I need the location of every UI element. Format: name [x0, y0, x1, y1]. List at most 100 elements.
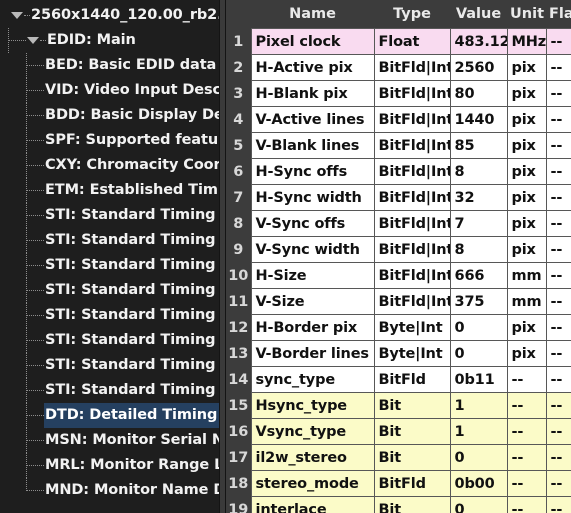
table-row[interactable]: 16 Vsync_type Bit 1 -- --: [226, 418, 571, 445]
table-row[interactable]: 11 V-Size BitFld|Int 375 mm --: [226, 288, 571, 315]
field-unit-cell: pix: [506, 236, 547, 263]
tree-indent-guide: [0, 253, 44, 278]
field-unit-cell: MHz: [506, 28, 547, 55]
tree-item[interactable]: STI: Standard Timing I: [0, 228, 219, 253]
tree-item[interactable]: VID: Video Input Descr: [0, 78, 219, 103]
column-header-name[interactable]: Name: [251, 0, 374, 29]
field-value-cell[interactable]: 32: [449, 184, 508, 211]
tree-item[interactable]: STI: Standard Timing I: [0, 378, 219, 403]
field-value-cell[interactable]: 8: [449, 158, 508, 185]
tree-item[interactable]: EDID: Main: [0, 28, 219, 53]
table-row[interactable]: 10 H-Size BitFld|Int 666 mm --: [226, 262, 571, 289]
column-header-unit[interactable]: Unit: [507, 0, 546, 29]
tree-item[interactable]: MND: Monitor Name D: [0, 478, 219, 503]
row-index-cell: 18: [226, 470, 251, 497]
tree-item-label: CXY: Chromacity Coord: [45, 157, 219, 173]
row-index-cell: 5: [226, 132, 251, 159]
table-row[interactable]: 8 V-Sync offs BitFld|Int 7 pix --: [226, 210, 571, 237]
table-row[interactable]: 7 H-Sync width BitFld|Int 32 pix --: [226, 184, 571, 211]
field-value-cell[interactable]: 483.12: [449, 28, 508, 55]
field-table: Name Type Value Unit Flags 1Pixel clockF…: [226, 0, 571, 513]
table-row[interactable]: 3 H-Blank pix BitFld|Int 80 pix --: [226, 80, 571, 107]
field-unit-cell: --: [506, 444, 547, 471]
row-index-cell: 7: [226, 184, 251, 211]
tree-expander-icon[interactable]: [10, 3, 24, 28]
tree-indent-guide: [0, 228, 44, 253]
table-row[interactable]: 19 interlace Bit 0 -- --: [226, 496, 571, 513]
table-row[interactable]: 17 il2w_stereo Bit 0 -- --: [226, 444, 571, 471]
table-row[interactable]: 2 H-Active pix BitFld|Int 2560 pix --: [226, 54, 571, 81]
tree-item[interactable]: 2560x1440_120.00_rb2.bin: [0, 3, 219, 28]
table-row[interactable]: 4 V-Active lines BitFld|Int 1440 pix --: [226, 106, 571, 133]
tree-indent-guide: [0, 78, 44, 103]
field-flags-cell: --: [545, 288, 571, 315]
tree-expander-icon[interactable]: [26, 28, 40, 53]
table-row[interactable]: 13 V-Border lines Byte|Int 0 pix --: [226, 340, 571, 367]
field-value-cell[interactable]: 1440: [449, 106, 508, 133]
table-row[interactable]: 15 Hsync_type Bit 1 -- --: [226, 392, 571, 419]
field-value-cell[interactable]: 375: [449, 288, 508, 315]
tree-item[interactable]: MSN: Monitor Serial N: [0, 428, 219, 453]
field-flags-cell: --: [545, 392, 571, 419]
field-type-cell: Bit: [373, 496, 451, 513]
field-value-cell[interactable]: 7: [449, 210, 508, 237]
tree-item[interactable]: MRL: Monitor Range L: [0, 453, 219, 478]
table-row[interactable]: 1 Pixel clock Float 483.12 MHz --: [226, 28, 571, 55]
field-value-cell[interactable]: 0b11: [449, 366, 508, 393]
table-row[interactable]: 18 stereo_mode BitFld 0b00 -- --: [226, 470, 571, 497]
table-row[interactable]: 12 H-Border pix Byte|Int 0 pix --: [226, 314, 571, 341]
column-header-type[interactable]: Type: [374, 0, 450, 29]
row-index-cell: 16: [226, 418, 251, 445]
tree-item[interactable]: STI: Standard Timing I: [0, 353, 219, 378]
field-value-cell[interactable]: 0: [449, 496, 508, 513]
tree-item[interactable]: SPF: Supported feature: [0, 128, 219, 153]
tree-indent-guide: [24, 3, 30, 28]
field-type-cell: BitFld|Int: [373, 262, 451, 289]
column-header-value[interactable]: Value: [450, 0, 507, 29]
row-index-cell: 3: [226, 80, 251, 107]
field-name-cell: V-Border lines: [250, 340, 375, 367]
tree-item[interactable]: STI: Standard Timing I: [0, 278, 219, 303]
column-header-flags[interactable]: Flags: [546, 0, 571, 29]
tree-item[interactable]: STI: Standard Timing I: [0, 303, 219, 328]
field-type-cell: BitFld|Int: [373, 210, 451, 237]
table-row[interactable]: 6 H-Sync offs BitFld|Int 8 pix --: [226, 158, 571, 185]
field-value-cell[interactable]: 2560: [449, 54, 508, 81]
tree-item-label: SPF: Supported feature: [45, 132, 219, 148]
tree-item[interactable]: STI: Standard Timing I: [0, 203, 219, 228]
tree-item-label: STI: Standard Timing I: [45, 332, 219, 348]
panel-splitter[interactable]: [219, 0, 226, 513]
tree-indent-guide: [0, 278, 44, 303]
tree-item[interactable]: ETM: Established Timi: [0, 178, 219, 203]
field-value-cell[interactable]: 0: [449, 444, 508, 471]
field-value-cell[interactable]: 1: [449, 392, 508, 419]
tree-item[interactable]: BDD: Basic Display De: [0, 103, 219, 128]
field-value-cell[interactable]: 80: [449, 80, 508, 107]
row-index-cell: 19: [226, 496, 251, 513]
field-value-cell[interactable]: 0b00: [449, 470, 508, 497]
tree-item-label: STI: Standard Timing I: [45, 257, 219, 273]
column-header-index[interactable]: [226, 0, 251, 29]
field-value-cell[interactable]: 8: [449, 236, 508, 263]
field-value-cell[interactable]: 666: [449, 262, 508, 289]
tree-item[interactable]: BED: Basic EDID data: [0, 53, 219, 78]
edid-structure-tree[interactable]: 2560x1440_120.00_rb2.bin EDID: Main BED: B…: [0, 0, 219, 513]
field-value-cell[interactable]: 0: [449, 314, 508, 341]
field-type-cell: BitFld: [373, 470, 451, 497]
tree-item-label: DTD: Detailed Timing: [44, 403, 219, 428]
field-value-cell[interactable]: 0: [449, 340, 508, 367]
field-value-cell[interactable]: 85: [449, 132, 508, 159]
table-row[interactable]: 9 V-Sync width BitFld|Int 8 pix --: [226, 236, 571, 263]
tree-item[interactable]: STI: Standard Timing I: [0, 328, 219, 353]
field-value-cell[interactable]: 1: [449, 418, 508, 445]
table-row[interactable]: 5 V-Blank lines BitFld|Int 85 pix --: [226, 132, 571, 159]
field-type-cell: BitFld: [373, 366, 451, 393]
tree-item[interactable]: CXY: Chromacity Coord: [0, 153, 219, 178]
tree-item[interactable]: DTD: Detailed Timing: [0, 403, 219, 428]
field-unit-cell: --: [506, 418, 547, 445]
table-row[interactable]: 14 sync_type BitFld 0b11 -- --: [226, 366, 571, 393]
field-type-cell: Bit: [373, 418, 451, 445]
field-flags-cell: --: [545, 80, 571, 107]
tree-item[interactable]: STI: Standard Timing I: [0, 253, 219, 278]
field-unit-cell: pix: [506, 340, 547, 367]
